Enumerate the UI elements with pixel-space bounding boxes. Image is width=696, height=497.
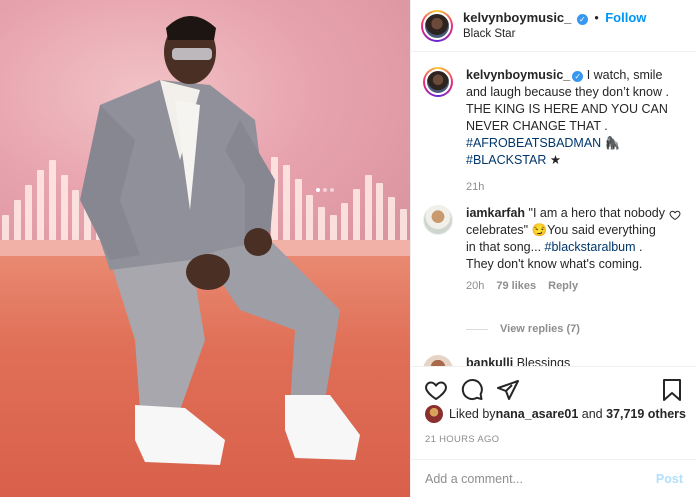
post-photo[interactable] xyxy=(0,0,410,497)
instagram-post: kelvynboymusic_ ✓ • Follow Black Star ke… xyxy=(0,0,696,497)
follow-button[interactable]: Follow xyxy=(605,10,646,25)
comment-body: Blessings xyxy=(513,356,571,366)
commenter-avatar[interactable] xyxy=(423,355,453,366)
comment-icon[interactable] xyxy=(459,377,485,403)
post-side-panel: kelvynboymusic_ ✓ • Follow Black Star ke… xyxy=(410,0,696,497)
caption-hashtag-blackstar[interactable]: #BLACKSTAR xyxy=(466,153,546,167)
gorilla-emoji-icon: 🦍 xyxy=(604,136,621,150)
post-comment-button[interactable]: Post xyxy=(656,472,683,486)
smirk-emoji-icon: 😏 xyxy=(531,223,548,237)
likes-prefix: Liked by xyxy=(449,407,496,421)
bookmark-icon[interactable] xyxy=(659,377,685,403)
comment-reply-button[interactable]: Reply xyxy=(548,280,578,292)
likes-middle: and xyxy=(578,407,607,421)
comment-input[interactable] xyxy=(425,471,656,486)
comment-text: bankulli Blessings xyxy=(466,355,685,366)
post-caption: kelvynboymusic_ ✓ I watch, smile and laug… xyxy=(423,67,685,193)
star-emoji-icon: ★ xyxy=(549,153,562,167)
liker-username[interactable]: nana_asare01 xyxy=(496,407,579,421)
add-comment-bar: Post xyxy=(411,459,696,497)
carousel-indicator xyxy=(316,188,334,192)
comment-item: bankulli Blessings xyxy=(423,355,685,366)
caption-username[interactable]: kelvynboymusic_ xyxy=(466,68,570,82)
comment-text: iamkarfah "I am a hero that nobody celeb… xyxy=(466,205,685,273)
comment-time[interactable]: 20h xyxy=(466,280,484,292)
comment-hashtag-blackstaralbum[interactable]: #blackstaralbum xyxy=(545,240,636,254)
caption-text: kelvynboymusic_ ✓ I watch, smile and laug… xyxy=(466,67,685,169)
caption-meta: 21h xyxy=(466,181,685,193)
comments-list[interactable]: kelvynboymusic_ ✓ I watch, smile and laug… xyxy=(411,53,696,366)
likes-summary: Liked by nana_asare01 and 37,719 others xyxy=(425,405,686,423)
equalizer-bar xyxy=(25,185,33,245)
commenter-avatar[interactable] xyxy=(423,205,453,235)
heart-icon[interactable] xyxy=(423,377,449,403)
likes-others-count[interactable]: 37,719 others xyxy=(606,407,686,421)
post-location[interactable]: Black Star xyxy=(463,26,646,42)
author-avatar[interactable] xyxy=(421,9,453,42)
view-replies-button[interactable]: View replies (7) xyxy=(466,323,580,335)
carousel-dot-active xyxy=(316,188,320,192)
author-username[interactable]: kelvynboymusic_ xyxy=(463,10,571,25)
equalizer-bar xyxy=(13,200,21,245)
comment-like-heart-icon[interactable] xyxy=(669,209,681,221)
post-header-meta: kelvynboymusic_ ✓ • Follow Black Star xyxy=(463,10,646,42)
caption-author-avatar[interactable] xyxy=(423,67,453,97)
replies-divider xyxy=(466,328,488,330)
carousel-dot xyxy=(330,188,334,192)
comment-likes-count[interactable]: 79 likes xyxy=(496,280,536,292)
caption-time[interactable]: 21h xyxy=(466,181,484,193)
verified-badge-icon: ✓ xyxy=(576,13,588,25)
post-timestamp[interactable]: 21 HOURS AGO xyxy=(425,434,499,445)
liker-avatar[interactable] xyxy=(425,405,443,423)
share-icon[interactable] xyxy=(495,377,521,403)
post-header: kelvynboymusic_ ✓ • Follow Black Star xyxy=(411,0,696,52)
commenter-username[interactable]: bankulli xyxy=(466,356,513,366)
commenter-username[interactable]: iamkarfah xyxy=(466,206,525,220)
photo-person-figure xyxy=(80,16,360,465)
caption-hashtag-afrobeatsbadman[interactable]: #AFROBEATSBADMAN xyxy=(466,136,601,150)
header-separator: • xyxy=(594,10,599,25)
view-replies-label: View replies (7) xyxy=(500,323,580,335)
caption-verified-badge-icon: ✓ xyxy=(572,71,584,82)
comment-meta: 20h 79 likes Reply xyxy=(466,280,685,292)
equalizer-bar xyxy=(388,197,396,245)
comment-item: iamkarfah "I am a hero that nobody celeb… xyxy=(423,205,685,292)
carousel-dot xyxy=(323,188,327,192)
